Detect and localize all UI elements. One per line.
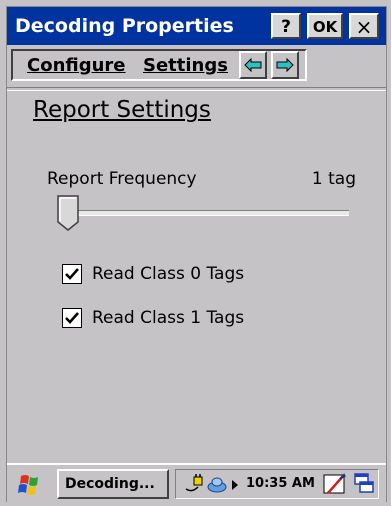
taskbar-app-decoding[interactable]: Decoding... [57, 469, 169, 499]
title-bar: Decoding Properties ? OK × [7, 7, 386, 45]
clock[interactable]: 10:35 AM [246, 476, 315, 491]
app-window: Decoding Properties ? OK × Configure Set… [6, 6, 387, 503]
arrow-icon[interactable] [230, 479, 240, 491]
window-title: Decoding Properties [15, 15, 234, 37]
ok-button[interactable]: OK [307, 13, 343, 39]
report-frequency-slider-track[interactable] [65, 210, 349, 216]
window-switch-icon[interactable] [352, 471, 376, 497]
read-class1-label: Read Class 1 Tags [92, 308, 245, 328]
arrow-right-icon [276, 57, 294, 73]
pen-input-icon[interactable] [322, 471, 348, 497]
report-frequency-value: 1 tag [311, 169, 356, 189]
network-icon[interactable] [206, 473, 228, 495]
windows-logo-icon[interactable] [11, 471, 53, 499]
menu-separator [7, 87, 386, 91]
forward-button[interactable] [271, 51, 299, 79]
read-class0-checkbox[interactable] [62, 264, 82, 284]
checkmark-icon [65, 312, 79, 324]
arrow-left-icon [244, 57, 262, 73]
help-button[interactable]: ? [271, 13, 301, 39]
page-title: Report Settings [33, 97, 211, 123]
report-frequency-slider-thumb[interactable] [57, 195, 79, 231]
close-button[interactable]: × [349, 13, 379, 39]
power-plug-icon[interactable] [182, 473, 206, 495]
back-button[interactable] [239, 51, 267, 79]
menu-settings[interactable]: Settings [143, 55, 228, 76]
read-class1-checkbox[interactable] [62, 308, 82, 328]
system-tray: 10:35 AM [175, 469, 379, 499]
read-class0-label: Read Class 0 Tags [92, 264, 245, 284]
report-frequency-label: Report Frequency [47, 169, 197, 189]
checkmark-icon [65, 268, 79, 280]
taskbar: Decoding... 10:35 AM [7, 463, 386, 503]
menu-configure[interactable]: Configure [27, 55, 126, 76]
